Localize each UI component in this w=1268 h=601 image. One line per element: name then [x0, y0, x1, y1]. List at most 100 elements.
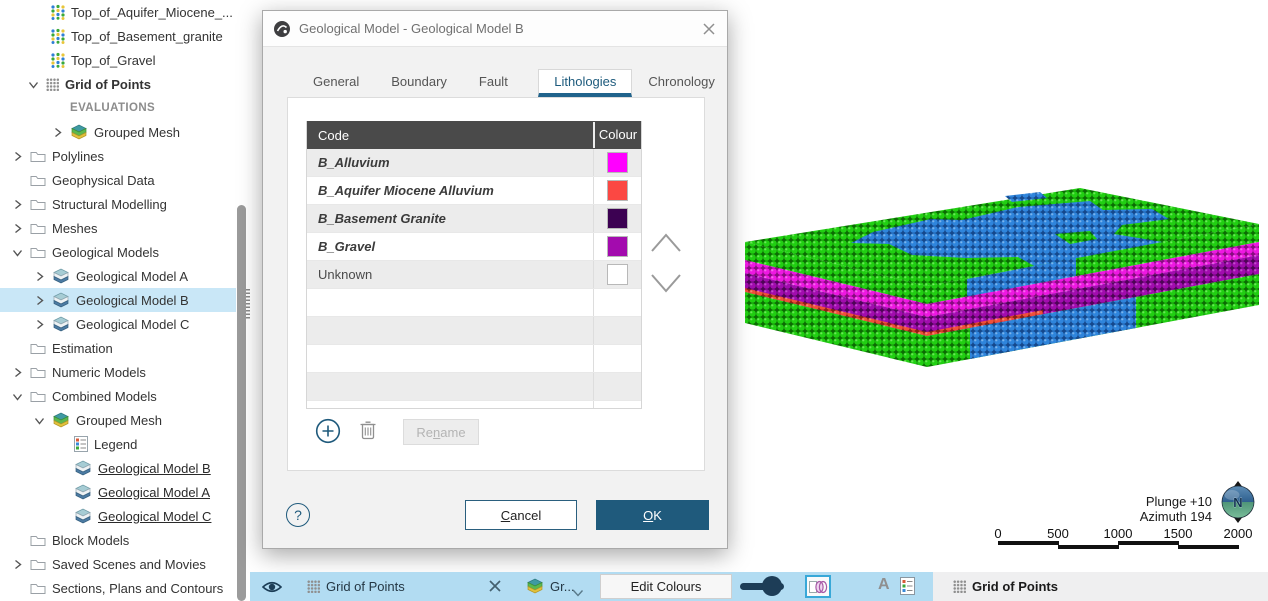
tree-item-meshes[interactable]: Meshes	[0, 216, 236, 240]
table-row[interactable]: Unknown	[307, 261, 641, 289]
move-up-button[interactable]	[647, 227, 685, 257]
tree-item-top-of-basement-granite[interactable]: Top_of_Basement_granite	[0, 24, 236, 48]
tree-link-geological-model-b[interactable]: Geological Model B	[0, 456, 236, 480]
tree-item-numeric-models[interactable]: Numeric Models	[0, 360, 236, 384]
colour-swatch[interactable]	[607, 208, 628, 229]
chevron-down-icon[interactable]	[10, 390, 24, 402]
tree-item-label: Geological Model C	[76, 317, 189, 332]
tab-chronology[interactable]: Chronology	[632, 69, 731, 97]
leapfrog-logo-icon	[273, 20, 291, 38]
table-row[interactable]: B_Basement Granite	[307, 205, 641, 233]
scene-object-toolbar: Grid of Points Gr... Edit Colours A	[250, 572, 933, 601]
chevron-down-icon[interactable]	[26, 78, 40, 90]
tree-item-legend[interactable]: Legend	[0, 432, 236, 456]
show-legend-button[interactable]	[900, 577, 915, 600]
chevron-down-icon[interactable]	[572, 584, 584, 601]
point-shape-button[interactable]	[805, 575, 831, 598]
tree-item-block-models[interactable]: Block Models	[0, 528, 236, 552]
folder-icon	[30, 198, 46, 211]
tree-item-label: Top_of_Aquifer_Miocene_...	[71, 5, 233, 20]
visibility-eye-icon[interactable]	[262, 580, 282, 599]
table-row[interactable]: B_Alluvium	[307, 149, 641, 177]
move-down-button[interactable]	[647, 269, 685, 299]
geological-model-icon	[74, 508, 92, 524]
tree-item-geological-models[interactable]: Geological Models	[0, 240, 236, 264]
grid-of-points-icon	[46, 78, 59, 91]
tree-item-top-of-gravel[interactable]: Top_of_Gravel	[0, 48, 236, 72]
tab-lithologies[interactable]: Lithologies	[538, 69, 632, 97]
tree-item-sections-plans[interactable]: Sections, Plans and Contours	[0, 576, 236, 600]
table-row[interactable]: B_Aquifer Miocene Alluvium	[307, 177, 641, 205]
ok-button[interactable]: OK	[596, 500, 709, 530]
tree-item-label[interactable]: Geological Model A	[98, 485, 210, 500]
point-size-slider-knob[interactable]	[762, 576, 782, 596]
colour-scheme-dropdown[interactable]: Gr...	[550, 579, 575, 594]
tree-item-saved-scenes[interactable]: Saved Scenes and Movies	[0, 552, 236, 576]
chevron-down-icon[interactable]	[10, 246, 24, 258]
colour-swatch[interactable]	[607, 236, 628, 257]
chevron-right-icon[interactable]	[50, 126, 64, 138]
colour-swatch[interactable]	[607, 180, 628, 201]
tree-item-geophysical-data[interactable]: Geophysical Data	[0, 168, 236, 192]
tree-link-geological-model-c[interactable]: Geological Model C	[0, 504, 236, 528]
lithology-table: Code Colour B_Alluvium B_Aquifer Miocene…	[306, 121, 642, 409]
scene-object-label[interactable]: Grid of Points	[326, 579, 405, 594]
points-dots-icon	[50, 4, 65, 20]
scale-tick-2000: 2000	[1218, 526, 1258, 541]
tree-item-geological-model-c[interactable]: Geological Model C	[0, 312, 236, 336]
tab-general[interactable]: General	[297, 69, 375, 97]
chevron-right-icon[interactable]	[10, 150, 24, 162]
lithology-code: Unknown	[307, 267, 593, 282]
grouped-mesh-icon	[526, 578, 544, 599]
tree-item-estimation[interactable]: Estimation	[0, 336, 236, 360]
tree-item-label: Geophysical Data	[52, 173, 155, 188]
tab-fault-system[interactable]: Fault System	[463, 69, 538, 97]
chevron-right-icon[interactable]	[32, 294, 46, 306]
grid-of-points-icon	[307, 580, 320, 593]
chevron-right-icon[interactable]	[10, 558, 24, 570]
tree-link-geological-model-a[interactable]: Geological Model A	[0, 480, 236, 504]
close-icon[interactable]	[701, 21, 717, 37]
rename-button[interactable]: Rename	[403, 419, 479, 445]
chevron-right-icon[interactable]	[10, 222, 24, 234]
delete-lithology-button[interactable]	[359, 419, 377, 445]
cancel-button[interactable]: Cancel	[465, 500, 577, 530]
table-row[interactable]: B_Gravel	[307, 233, 641, 261]
tree-scrollbar-thumb[interactable]	[237, 205, 246, 601]
tree-item-top-of-aquifer-miocene[interactable]: Top_of_Aquifer_Miocene_...	[0, 0, 236, 24]
add-lithology-button[interactable]	[315, 418, 341, 449]
chevron-down-icon[interactable]	[32, 414, 46, 426]
tab-boundary[interactable]: Boundary	[375, 69, 463, 97]
tree-item-combined-models[interactable]: Combined Models	[0, 384, 236, 408]
tree-item-label: Numeric Models	[52, 365, 146, 380]
remove-from-scene-icon[interactable]	[487, 578, 503, 599]
help-button[interactable]: ?	[286, 503, 310, 527]
chevron-right-icon[interactable]	[10, 198, 24, 210]
tree-item-label[interactable]: Geological Model B	[98, 461, 211, 476]
tree-item-grid-of-points[interactable]: Grid of Points	[0, 72, 236, 96]
legend-icon	[74, 436, 88, 452]
tree-item-label: Grouped Mesh	[94, 125, 180, 140]
text-display-toggle[interactable]: A	[878, 576, 890, 594]
tree-item-label[interactable]: Geological Model C	[98, 509, 211, 524]
tree-item-structural-modelling[interactable]: Structural Modelling	[0, 192, 236, 216]
colour-swatch[interactable]	[607, 264, 628, 285]
dialog-titlebar[interactable]: Geological Model - Geological Model B	[263, 11, 727, 47]
geological-model-icon	[74, 460, 92, 476]
chevron-right-icon[interactable]	[32, 270, 46, 282]
tree-item-geological-model-b[interactable]: Geological Model B	[0, 288, 236, 312]
tree-item-label: Combined Models	[52, 389, 157, 404]
tree-item-polylines[interactable]: Polylines	[0, 144, 236, 168]
colour-swatch[interactable]	[607, 152, 628, 173]
tree-item-geological-model-a[interactable]: Geological Model A	[0, 264, 236, 288]
chevron-right-icon[interactable]	[32, 318, 46, 330]
edit-colours-button[interactable]: Edit Colours	[600, 574, 732, 599]
tree-item-grouped-mesh-evaluation[interactable]: Grouped Mesh	[0, 120, 236, 144]
disc-shape-icon	[808, 579, 828, 595]
tree-item-grouped-mesh[interactable]: Grouped Mesh	[0, 408, 236, 432]
chevron-right-icon[interactable]	[10, 366, 24, 378]
help-label: ?	[294, 507, 302, 523]
empty-table-row	[307, 317, 641, 345]
compass-ball[interactable]: N	[1218, 480, 1258, 524]
3d-scene[interactable]	[735, 184, 1267, 376]
